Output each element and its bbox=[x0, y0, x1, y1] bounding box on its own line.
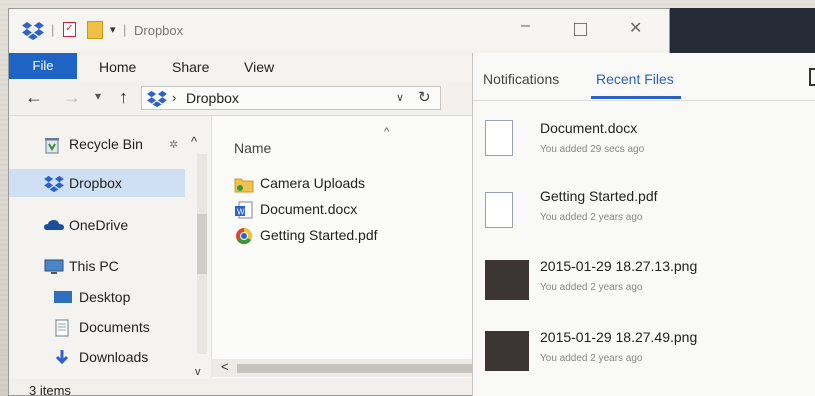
scroll-down-button[interactable]: v bbox=[195, 366, 201, 378]
folder-icon bbox=[234, 175, 254, 196]
file-name: Getting Started.pdf bbox=[260, 227, 378, 243]
address-field[interactable]: › Dropbox ∨ ↻ bbox=[141, 86, 441, 110]
panel-icon[interactable] bbox=[809, 68, 815, 86]
divider bbox=[473, 100, 815, 101]
tab-home[interactable]: Home bbox=[99, 59, 136, 75]
background-dark-block bbox=[668, 8, 815, 53]
quick-access-separator: | bbox=[51, 22, 55, 37]
documents-icon bbox=[53, 319, 71, 340]
tab-recent-files[interactable]: Recent Files bbox=[596, 71, 674, 87]
recent-locations-button[interactable]: ▾ bbox=[95, 89, 101, 103]
sidebar-item-this-pc[interactable]: This PC bbox=[9, 252, 189, 280]
chrome-pdf-icon bbox=[234, 227, 254, 248]
sidebar-item-label: Dropbox bbox=[69, 175, 122, 191]
tab-share[interactable]: Share bbox=[172, 59, 209, 75]
sort-indicator-icon: ^ bbox=[384, 126, 390, 138]
refresh-button[interactable]: ↻ bbox=[418, 88, 431, 106]
scroll-left-button[interactable]: < bbox=[221, 359, 229, 374]
pin-icon[interactable]: ✲ bbox=[169, 138, 178, 151]
recent-file-name: 2015-01-29 18.27.49.png bbox=[540, 329, 698, 345]
column-header-name[interactable]: Name bbox=[234, 140, 271, 156]
recycle-bin-icon bbox=[43, 136, 61, 157]
customize-quick-access-icon[interactable]: ▾ bbox=[110, 23, 116, 36]
recent-file-meta: You added 2 years ago bbox=[540, 353, 643, 364]
svg-text:W: W bbox=[237, 208, 245, 217]
sidebar-item-label: Downloads bbox=[79, 349, 149, 365]
dropbox-notification-panel: Notifications Recent Files Document.docx… bbox=[472, 53, 815, 396]
minimize-button[interactable]: – bbox=[521, 17, 530, 35]
navigation-pane: Recycle Bin ✲ ^ Dropbox OneDrive This PC bbox=[9, 116, 211, 378]
tab-notifications[interactable]: Notifications bbox=[483, 71, 559, 87]
document-thumbnail bbox=[485, 120, 513, 156]
sidebar-item-label: Recycle Bin bbox=[69, 136, 143, 152]
recent-file-name: 2015-01-29 18.27.13.png bbox=[540, 258, 698, 274]
address-path[interactable]: Dropbox bbox=[186, 90, 239, 106]
computer-icon bbox=[43, 258, 65, 279]
file-name: Camera Uploads bbox=[260, 175, 366, 191]
chevron-right-icon[interactable]: › bbox=[172, 90, 176, 105]
pdf-thumbnail bbox=[485, 192, 513, 228]
scrollbar-thumb[interactable] bbox=[237, 364, 477, 373]
sidebar-item-label: OneDrive bbox=[69, 217, 129, 233]
sidebar-item-label: Documents bbox=[79, 319, 150, 335]
recent-file-name: Getting Started.pdf bbox=[540, 188, 658, 204]
onedrive-icon bbox=[43, 217, 65, 236]
close-button[interactable]: ✕ bbox=[629, 18, 642, 38]
file-name: Document.docx bbox=[260, 201, 358, 217]
address-dropdown-button[interactable]: ∨ bbox=[396, 91, 404, 104]
downloads-icon bbox=[53, 349, 71, 370]
word-document-icon: W bbox=[234, 201, 254, 222]
window-title: Dropbox bbox=[134, 23, 184, 38]
collapse-icon[interactable]: ^ bbox=[191, 134, 197, 149]
forward-button[interactable]: → bbox=[63, 87, 81, 108]
title-bar: | ✓ ▾ | Dropbox – ✕ bbox=[9, 9, 669, 49]
new-folder-icon[interactable] bbox=[87, 21, 103, 39]
sidebar-item-dropbox[interactable]: Dropbox bbox=[9, 169, 185, 197]
sidebar-item-desktop[interactable]: Desktop bbox=[9, 283, 189, 311]
recent-file-meta: You added 2 years ago bbox=[540, 212, 643, 223]
tab-view[interactable]: View bbox=[244, 59, 274, 75]
sidebar-item-documents[interactable]: Documents bbox=[9, 313, 189, 341]
recent-file-name: Document.docx bbox=[540, 120, 638, 136]
back-button[interactable]: ← bbox=[25, 87, 43, 108]
desktop-icon bbox=[53, 289, 73, 308]
dropbox-icon[interactable] bbox=[21, 21, 45, 46]
sidebar-item-downloads[interactable]: Downloads bbox=[9, 343, 189, 371]
sidebar-item-onedrive[interactable]: OneDrive bbox=[9, 211, 189, 239]
recent-file-meta: You added 2 years ago bbox=[540, 282, 643, 293]
properties-icon[interactable]: ✓ bbox=[63, 22, 76, 37]
tab-file[interactable]: File bbox=[9, 53, 77, 79]
item-count: 3 items bbox=[29, 383, 71, 396]
sidebar-item-label: This PC bbox=[69, 258, 119, 274]
image-thumbnail bbox=[485, 260, 529, 300]
recent-file-meta: You added 29 secs ago bbox=[540, 144, 645, 155]
recent-file-item[interactable]: 2015-01-29 18.27.49.png You added 2 year… bbox=[473, 329, 815, 389]
sidebar-item-label: Desktop bbox=[79, 289, 131, 305]
scrollbar-thumb[interactable] bbox=[197, 214, 207, 274]
title-separator: | bbox=[123, 22, 127, 37]
recent-file-item[interactable]: Getting Started.pdf You added 2 years ag… bbox=[473, 188, 815, 248]
sidebar-item-recycle-bin[interactable]: Recycle Bin bbox=[9, 130, 189, 158]
dropbox-icon bbox=[146, 90, 168, 113]
active-tab-indicator bbox=[591, 96, 681, 99]
recent-file-item[interactable]: 2015-01-29 18.27.13.png You added 2 year… bbox=[473, 258, 815, 318]
navigation-scrollbar[interactable] bbox=[197, 154, 207, 354]
image-thumbnail bbox=[485, 331, 529, 371]
up-button[interactable]: ↑ bbox=[119, 87, 128, 108]
dropbox-icon bbox=[43, 175, 65, 196]
maximize-button[interactable] bbox=[574, 23, 587, 36]
recent-file-item[interactable]: Document.docx You added 29 secs ago bbox=[473, 120, 815, 180]
